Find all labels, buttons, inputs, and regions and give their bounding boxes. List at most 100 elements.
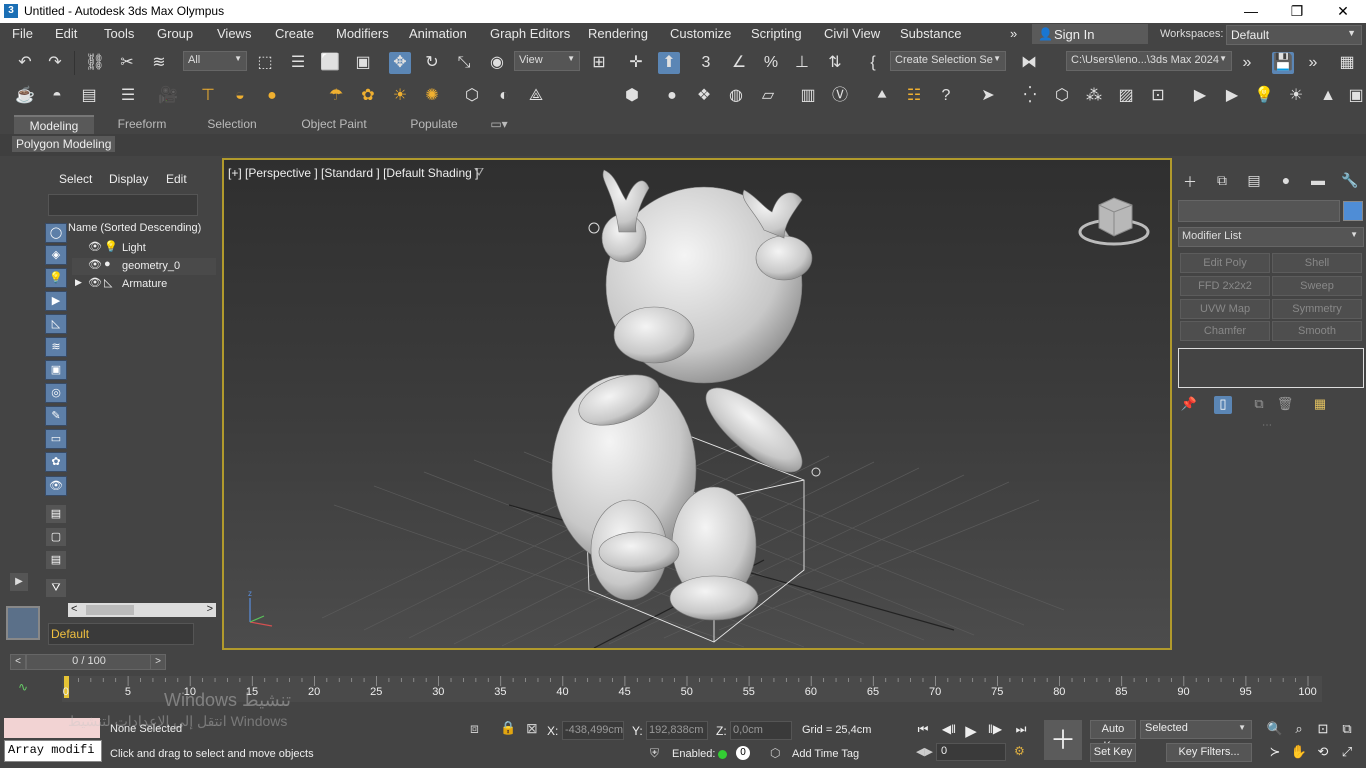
cluster-icon[interactable]: ⁂ <box>1083 85 1105 107</box>
help-icon[interactable]: ? <box>935 85 957 107</box>
field-of-view-icon[interactable]: ≻ <box>1266 743 1284 761</box>
display-tab-icon[interactable]: ▬ <box>1307 172 1329 190</box>
scroll-left-icon[interactable]: < <box>71 603 77 615</box>
menu-views[interactable]: Views <box>217 26 251 41</box>
display-particles-icon[interactable]: ✿ <box>45 452 67 472</box>
grid-nodes-icon[interactable]: ⊡ <box>1147 85 1169 107</box>
display-blank-icon[interactable]: ▢ <box>45 527 67 547</box>
overflow-icon[interactable]: » <box>1302 52 1324 74</box>
select-and-move-icon[interactable]: ✥ <box>389 52 411 74</box>
adaptive-degradation-icon[interactable]: ⛨ <box>650 746 659 761</box>
panel-grip-icon[interactable]: ⋯ <box>1262 420 1272 431</box>
percent-snap-icon[interactable]: % <box>760 52 782 74</box>
time-configuration-icon[interactable]: ⚙ <box>1014 744 1025 758</box>
display-none-icon[interactable]: ◯ <box>45 223 67 243</box>
named-selection-braces-icon[interactable]: { <box>862 52 884 74</box>
curve-editor-icon[interactable]: ∿ <box>18 680 28 694</box>
display-bones-icon[interactable]: ✎ <box>45 406 67 426</box>
time-next-icon[interactable]: > <box>150 654 166 670</box>
sun-disk-icon[interactable]: ● <box>261 85 283 107</box>
cone-icon[interactable]: ▲ <box>1317 85 1339 107</box>
key-mode-toggle-icon[interactable]: ◀▶ <box>916 745 933 758</box>
unlink-icon[interactable]: ✂ <box>116 52 138 74</box>
scene-menu-select[interactable]: Select <box>59 172 92 186</box>
bind-space-warp-icon[interactable]: ≋ <box>148 52 170 74</box>
camera-track-icon[interactable]: ▶ <box>1221 85 1243 107</box>
object-name-field[interactable] <box>1178 200 1340 222</box>
display-spacewarps-icon[interactable]: ≋ <box>45 337 67 357</box>
sky-light-icon[interactable]: ✺ <box>421 85 443 107</box>
layer-manager-icon[interactable]: ☰ <box>117 85 139 107</box>
particle-icon[interactable]: ❖ <box>693 85 715 107</box>
material-icon[interactable]: ▤ <box>78 85 100 107</box>
x-coord-field[interactable]: -438,499cm <box>562 721 624 740</box>
angle-snap-icon[interactable]: ∠ <box>728 52 750 74</box>
utilities-tab-icon[interactable]: 🔧 <box>1339 172 1361 190</box>
time-tag-icon[interactable]: ⬡ <box>770 746 780 760</box>
display-containers-icon[interactable]: ▭ <box>45 429 67 449</box>
go-to-start-icon[interactable]: ⏮ <box>914 722 932 738</box>
tab-freeform[interactable]: Freeform <box>102 115 182 133</box>
filter-icon[interactable]: ⛛ <box>45 578 67 598</box>
area-light-icon[interactable]: ✿ <box>357 85 379 107</box>
display-doc-icon[interactable]: ▤ <box>45 550 67 570</box>
absolute-mode-icon[interactable]: ⊠ <box>526 720 538 737</box>
time-slider[interactable]: 0 / 100 <box>26 654 152 670</box>
camera-icon[interactable]: 🎥 <box>157 85 179 107</box>
modifier-stack[interactable] <box>1178 348 1364 388</box>
modifier-smooth-button[interactable]: Smooth <box>1272 321 1362 341</box>
maxscript-mini-listener[interactable]: Array modifi <box>4 740 102 762</box>
sphere-render-icon[interactable]: ◓ <box>46 85 68 107</box>
ball-icon[interactable]: ● <box>661 85 683 107</box>
select-object-icon[interactable]: ⬚ <box>254 52 276 74</box>
zoom-icon[interactable]: 🔍 <box>1266 720 1284 738</box>
scene-horizontal-scrollbar[interactable]: < > <box>68 603 216 617</box>
modifier-edit-poly-button[interactable]: Edit Poly <box>1180 253 1270 273</box>
keyboard-shortcut-override-icon[interactable]: ⬆ <box>658 52 680 74</box>
redo-icon[interactable]: ↷ <box>44 52 66 74</box>
select-by-name-icon[interactable]: ☰ <box>287 52 309 74</box>
menu-edit[interactable]: Edit <box>55 26 77 41</box>
menu-group[interactable]: Group <box>157 26 193 41</box>
sphere-primitive-icon[interactable]: ◐ <box>493 85 515 107</box>
modifier-ffd-button[interactable]: FFD 2x2x2 <box>1180 276 1270 296</box>
link-icon[interactable]: ⛓ <box>84 52 106 74</box>
previous-frame-icon[interactable]: ◀‖ <box>940 722 958 738</box>
set-keys-button[interactable]: ＋ <box>1044 720 1082 760</box>
overflow-icon[interactable]: » <box>1236 52 1258 74</box>
modify-tab-icon[interactable]: ⧉ <box>1211 172 1233 190</box>
menu-scripting[interactable]: Scripting <box>751 26 802 41</box>
viewport-layout-tab[interactable] <box>6 606 40 640</box>
modifier-symmetry-button[interactable]: Symmetry <box>1272 299 1362 319</box>
current-frame-field[interactable]: 0 <box>936 743 1006 761</box>
go-to-end-icon[interactable]: ⏭ <box>1012 722 1030 738</box>
modifier-uvw-map-button[interactable]: UVW Map <box>1180 299 1270 319</box>
dome-light-icon[interactable]: ◒ <box>229 85 251 107</box>
spinner-snap-icon[interactable]: ⊥ <box>791 52 813 74</box>
geosphere-icon[interactable]: ⬢ <box>621 85 643 107</box>
menu-substance[interactable]: Substance <box>900 26 961 41</box>
play-icon[interactable]: ▶ <box>962 722 980 740</box>
reference-coord-dropdown[interactable]: View ▼ <box>514 51 580 71</box>
scene-row-geometry[interactable]: 👁 ● geometry_0 <box>72 258 216 275</box>
window-crossing-icon[interactable]: ▣ <box>352 52 374 74</box>
restore-button[interactable]: ❐ <box>1274 0 1320 23</box>
rect-selection-region-icon[interactable]: ⬜ <box>319 52 341 74</box>
menu-civil-view[interactable]: Civil View <box>824 26 880 41</box>
menu-file[interactable]: File <box>12 26 33 41</box>
light-bulb-icon[interactable]: 💡 <box>1253 85 1275 107</box>
selection-filter-dropdown[interactable]: All ▼ <box>183 51 247 71</box>
tab-object-paint[interactable]: Object Paint <box>292 115 376 133</box>
edit-named-selections-icon[interactable]: ⇅ <box>824 52 846 74</box>
maximize-viewport-icon[interactable]: ⤢ <box>1338 743 1356 761</box>
select-and-scale-icon[interactable]: ⤡ <box>453 52 475 74</box>
select-and-rotate-icon[interactable]: ↻ <box>421 52 443 74</box>
spot-light-icon[interactable]: ☂ <box>325 85 347 107</box>
select-manipulate-icon[interactable]: ✛ <box>625 52 647 74</box>
create-tab-icon[interactable]: ＋ <box>1179 172 1201 190</box>
v-ray-icon[interactable]: Ⓥ <box>829 85 851 107</box>
set-key-button[interactable]: Set Key <box>1090 743 1136 762</box>
zoom-extents-all-icon[interactable]: ⧉ <box>1338 720 1356 738</box>
snaps-toggle-icon[interactable]: 3 <box>695 52 717 74</box>
configure-sets-icon[interactable]: ▦ <box>1311 396 1329 414</box>
